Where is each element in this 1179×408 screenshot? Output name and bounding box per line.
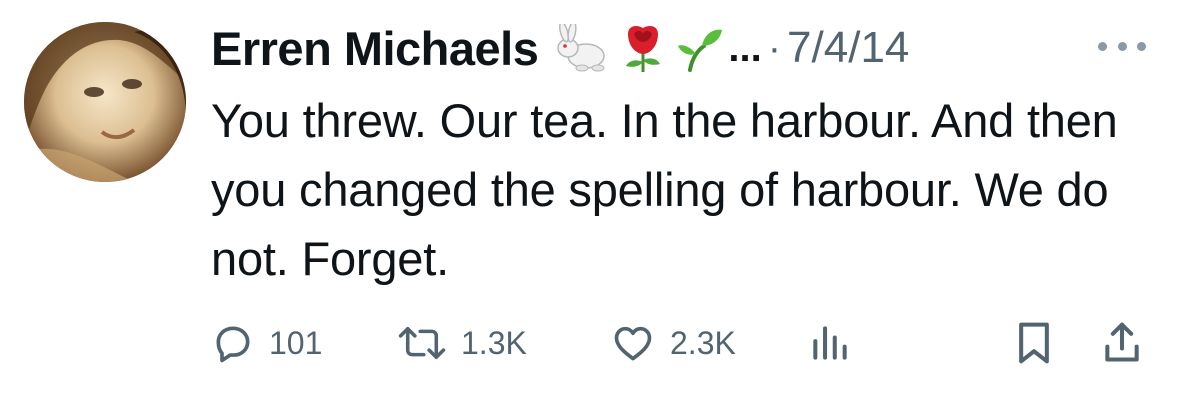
header-separator: ·	[767, 25, 782, 70]
rabbit-emoji	[557, 24, 606, 72]
like-icon	[614, 326, 652, 361]
rose-emoji	[626, 26, 661, 72]
views-icon	[813, 326, 847, 360]
tweet-header: Erren Michaels ... · 7/4/14	[211, 18, 909, 78]
reply-button[interactable]: 101	[211, 315, 322, 371]
author-display-name[interactable]: Erren Michaels	[211, 21, 539, 76]
bookmark-button[interactable]	[1012, 315, 1056, 371]
more-dot	[1117, 41, 1127, 51]
like-count: 2.3K	[670, 324, 736, 361]
views-button[interactable]	[808, 315, 852, 371]
tweet-date[interactable]: 7/4/14	[787, 23, 909, 73]
reply-count: 101	[269, 324, 323, 361]
reply-icon	[216, 326, 250, 363]
previous-tweet-sliver	[268, 0, 418, 4]
share-button[interactable]	[1100, 315, 1144, 371]
retweet-icon	[398, 326, 446, 360]
more-dot	[1137, 41, 1146, 51]
like-button[interactable]: 2.3K	[610, 315, 736, 371]
name-emojis	[552, 22, 724, 74]
more-icon[interactable]	[1098, 36, 1146, 56]
avatar-portrait-image	[24, 22, 186, 182]
avatar[interactable]	[24, 22, 186, 182]
tweet-text: You threw. Our tea. In the harbour. And …	[211, 94, 1118, 285]
retweet-count: 1.3K	[461, 324, 527, 361]
action-bar: 101 1.3K 2.3K	[0, 315, 1179, 371]
retweet-button[interactable]: 1.3K	[397, 315, 527, 371]
bookmark-icon	[1019, 322, 1049, 364]
seedling-emoji	[678, 29, 723, 72]
more-dot	[1098, 41, 1107, 51]
name-truncation: ...	[728, 25, 762, 70]
share-icon	[1105, 322, 1139, 362]
